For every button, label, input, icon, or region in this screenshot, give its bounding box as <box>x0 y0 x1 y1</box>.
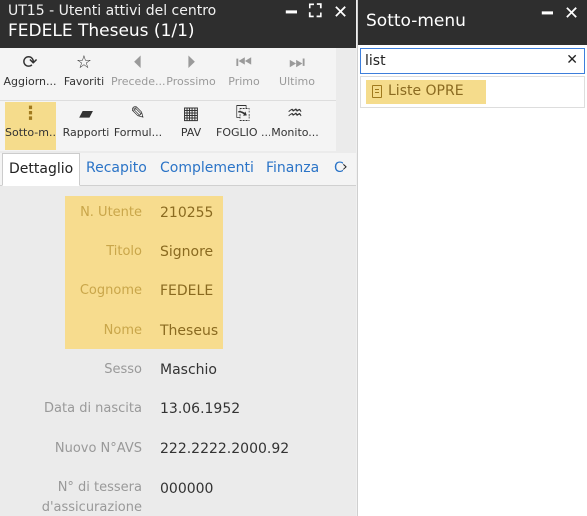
forms-label: Formul... <box>113 126 163 139</box>
foglio-button[interactable]: ⎘ FOGLIO ... <box>216 102 270 150</box>
field-value: FEDELE <box>160 283 214 299</box>
tab-bar: Dettaglio Recapito Complementi Finanza C… <box>0 153 356 186</box>
clear-icon[interactable]: ✕ <box>566 52 578 68</box>
submenu-results: Liste OPRE <box>360 76 585 108</box>
field-label: N° di tessera d'assicurazione <box>41 480 142 515</box>
document-icon <box>372 85 382 98</box>
search-input[interactable] <box>365 51 555 71</box>
field-label: N. Utente <box>80 205 142 220</box>
foglio-label: FOGLIO ... <box>216 126 270 139</box>
tab-finanza[interactable]: Finanza <box>266 153 319 184</box>
refresh-icon: ⟳ <box>22 52 38 73</box>
close-icon[interactable]: ✕ <box>333 2 348 23</box>
refresh-label: Aggiorn... <box>3 75 57 88</box>
field-row: Cognome FEDELE <box>0 283 356 303</box>
field-value: 13.06.1952 <box>160 401 241 417</box>
monitor-icon: ♒ <box>286 103 304 124</box>
field-row: N° di tessera d'assicurazione 000000 <box>0 480 356 516</box>
left-panel: UT15 - Utenti attivi del centro FEDELE T… <box>0 0 356 516</box>
submenu-button[interactable]: ⋮ Sotto-m... <box>5 102 56 150</box>
document-icon: ⎘ <box>235 103 251 124</box>
first-icon: ⏮ <box>235 52 253 73</box>
previous-icon: ⏴ <box>133 52 143 73</box>
next-icon: ⏵ <box>186 52 196 73</box>
field-label: Nuovo N°AVS <box>54 441 142 456</box>
toolbar-actions: ⋮ Sotto-m... ▰ Rapporti ✎ Formul... ▦ PA… <box>0 101 336 151</box>
window-title: UT15 - Utenti attivi del centro <box>8 3 217 19</box>
favorites-button[interactable]: ☆ Favoriti <box>57 51 111 99</box>
maximize-icon[interactable]: ⛶ <box>309 1 322 22</box>
field-row: Data di nascita 13.06.1952 <box>0 401 356 421</box>
field-label: Data di nascita <box>44 401 142 416</box>
star-icon: ☆ <box>75 52 93 73</box>
previous-label: Precede... <box>111 75 165 88</box>
field-row: N. Utente 210255 <box>0 205 356 225</box>
favorites-label: Favoriti <box>63 75 105 88</box>
first-label: Primo <box>228 75 260 88</box>
folder-icon: ▰ <box>79 103 93 124</box>
close-icon[interactable]: ✕ <box>564 3 579 24</box>
next-button[interactable]: ⏵ Prossimo <box>164 51 218 99</box>
field-value: 210255 <box>160 205 214 221</box>
left-titlebar: UT15 - Utenti attivi del centro FEDELE T… <box>0 0 356 48</box>
reports-button[interactable]: ▰ Rapporti <box>59 102 113 150</box>
record-title: FEDELE Theseus (1/1) <box>8 21 195 41</box>
refresh-button[interactable]: ⟳ Aggiorn... <box>3 51 57 99</box>
submenu-label: Sotto-m... <box>5 126 56 139</box>
grid-icon: ▦ <box>182 103 200 124</box>
field-value: Maschio <box>160 362 217 378</box>
monitor-button[interactable]: ♒ Monito... <box>268 102 322 150</box>
field-row: Titolo Signore <box>0 244 356 264</box>
field-value: 000000 <box>160 481 214 497</box>
reports-label: Rapporti <box>62 126 110 139</box>
monitor-label: Monito... <box>271 126 319 139</box>
last-label: Ultimo <box>279 75 315 88</box>
last-icon: ⏭ <box>288 52 306 73</box>
chevron-right-icon[interactable]: › <box>342 159 348 175</box>
submenu-title: Sotto-menu <box>366 11 466 31</box>
forms-button[interactable]: ✎ Formul... <box>111 102 165 150</box>
field-row: Sesso Maschio <box>0 362 356 382</box>
tab-recapito[interactable]: Recapito <box>86 153 147 184</box>
submenu-panel: Sotto-menu ━ ✕ ✕ Liste OPRE <box>357 0 587 516</box>
next-label: Prossimo <box>166 75 216 88</box>
last-button[interactable]: ⏭ Ultimo <box>270 51 324 99</box>
previous-button[interactable]: ⏴ Precede... <box>111 51 165 99</box>
field-label: Cognome <box>79 283 142 298</box>
submenu-search: ✕ <box>360 48 585 74</box>
field-row: Nuovo N°AVS 222.2222.2000.92 <box>0 441 356 461</box>
result-label: Liste OPRE <box>388 83 464 99</box>
vertical-dots-icon: ⋮ <box>21 103 40 124</box>
tab-complementi[interactable]: Complementi <box>160 153 254 184</box>
field-value: Theseus <box>160 323 219 339</box>
toolbar-navigation: ⟳ Aggiorn... ☆ Favoriti ⏴ Precede... ⏵ P… <box>0 48 336 101</box>
result-item-liste-opre[interactable]: Liste OPRE <box>366 80 486 104</box>
tab-dettaglio[interactable]: Dettaglio <box>2 153 81 186</box>
field-label: Titolo <box>106 244 142 259</box>
edit-icon: ✎ <box>130 103 146 124</box>
first-button[interactable]: ⏮ Primo <box>217 51 271 99</box>
field-row: Nome Theseus <box>0 323 356 343</box>
field-label: Sesso <box>104 362 142 377</box>
field-label: Nome <box>103 323 142 338</box>
field-value: 222.2222.2000.92 <box>160 441 290 457</box>
pav-label: PAV <box>180 126 202 139</box>
submenu-titlebar: Sotto-menu ━ ✕ <box>358 0 587 45</box>
minimize-icon[interactable]: ━ <box>286 2 297 23</box>
minimize-icon[interactable]: ━ <box>542 3 553 24</box>
pav-button[interactable]: ▦ PAV <box>164 102 218 150</box>
field-value: Signore <box>160 244 214 260</box>
